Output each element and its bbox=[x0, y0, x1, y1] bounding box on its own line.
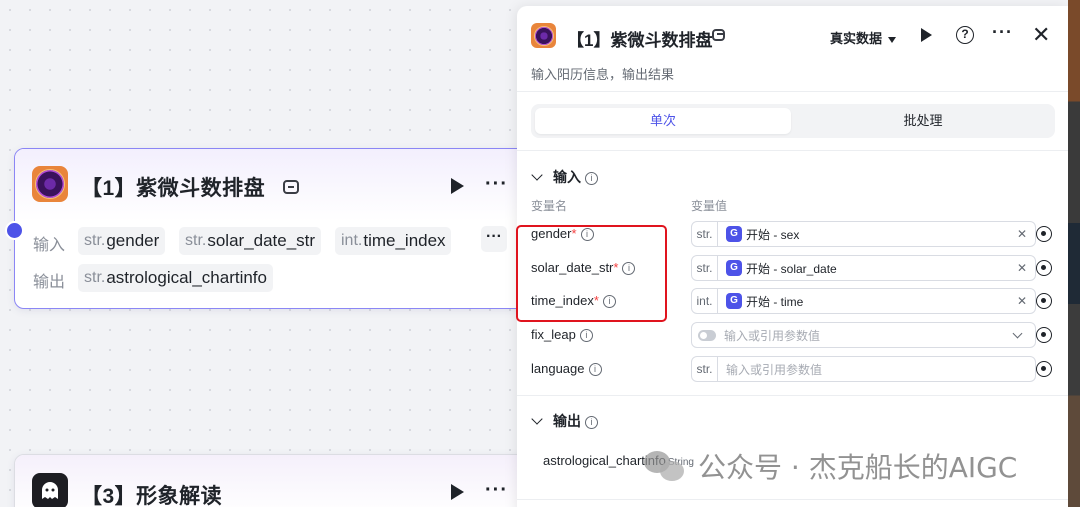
ref-value: 开始 - sex bbox=[746, 227, 800, 242]
panel-title: 【1】紫微斗数排盘 bbox=[567, 31, 713, 50]
param-solar-date-value[interactable]: str. G 开始 - solar_date ✕ bbox=[691, 255, 1036, 281]
input-chip-solar-date: str. solar_date_str bbox=[179, 227, 322, 255]
ref-value: 开始 - solar_date bbox=[746, 261, 837, 276]
output-chip-chartinfo: str. astrological_chartinfo bbox=[78, 264, 273, 292]
output-section-header[interactable]: 输出 i bbox=[531, 411, 598, 431]
param-fix-leap-label: fix_leap i bbox=[531, 327, 593, 343]
param-fix-leap-value[interactable]: 输入或引用参数值 bbox=[691, 322, 1036, 348]
close-icon[interactable]: ✕ bbox=[1032, 22, 1050, 48]
variable-picker-icon[interactable] bbox=[1036, 293, 1052, 309]
clear-icon[interactable]: ✕ bbox=[1017, 227, 1027, 241]
start-node-ref-icon: G bbox=[726, 260, 742, 276]
column-header-name: 变量名 bbox=[531, 199, 568, 213]
data-source-select[interactable]: 真实数据 bbox=[830, 28, 897, 47]
tab-batch[interactable]: 批处理 bbox=[795, 108, 1051, 134]
ghost-node-icon bbox=[32, 473, 68, 507]
chevron-down-icon bbox=[531, 169, 543, 181]
chevron-down-icon[interactable] bbox=[1012, 328, 1023, 338]
divider bbox=[517, 395, 1068, 396]
clear-icon[interactable]: ✕ bbox=[1017, 261, 1027, 275]
boolean-toggle[interactable] bbox=[698, 329, 716, 341]
value-placeholder: 输入或引用参数值 bbox=[726, 362, 823, 377]
chevron-down-icon bbox=[888, 36, 897, 43]
panel-header: 【1】紫微斗数排盘 真实数据 ? ··· ✕ 输入阳历信息，输出结果 bbox=[517, 6, 1068, 92]
divider bbox=[517, 499, 1068, 500]
info-icon: i bbox=[588, 363, 602, 377]
param-language-value[interactable]: str. 输入或引用参数值 bbox=[691, 356, 1036, 382]
run-node-icon[interactable] bbox=[451, 178, 464, 194]
type-tag: int. bbox=[692, 289, 718, 313]
ziwei-node-icon bbox=[531, 23, 556, 48]
input-chip-time-index: int. time_index bbox=[335, 227, 451, 255]
tab-single[interactable]: 单次 bbox=[535, 108, 791, 134]
background-window-edge bbox=[1068, 0, 1080, 507]
more-icon[interactable]: ··· bbox=[992, 22, 1013, 43]
run-node-icon[interactable] bbox=[451, 484, 464, 500]
run-mode-tabs: 单次 批处理 bbox=[531, 104, 1055, 138]
param-language-label: language i bbox=[531, 361, 602, 377]
workflow-node-image-reading[interactable]: 【3】形象解读 ··· bbox=[14, 454, 534, 507]
column-header-value: 变量值 bbox=[691, 199, 728, 213]
node-input-label: 输入 bbox=[33, 237, 66, 254]
type-tag: str. bbox=[692, 222, 718, 246]
variable-picker-icon[interactable] bbox=[1036, 327, 1052, 343]
workflow-node-ziwei[interactable]: 【1】紫微斗数排盘 ··· 输入 str. gender str. solar_da… bbox=[14, 148, 534, 309]
divider bbox=[517, 150, 1068, 151]
start-node-ref-icon: G bbox=[726, 293, 742, 309]
plugin-badge-icon bbox=[712, 29, 725, 41]
node-more-icon[interactable]: ··· bbox=[485, 173, 508, 196]
node-input-port[interactable] bbox=[5, 221, 24, 240]
help-icon[interactable]: ? bbox=[956, 26, 974, 44]
variable-picker-icon[interactable] bbox=[1036, 361, 1052, 377]
info-icon: i bbox=[585, 415, 598, 429]
variable-picker-icon[interactable] bbox=[1036, 226, 1052, 242]
info-icon: i bbox=[585, 171, 598, 185]
variable-picker-icon[interactable] bbox=[1036, 260, 1052, 276]
param-time-index-value[interactable]: int. G 开始 - time ✕ bbox=[691, 288, 1036, 314]
highlight-box bbox=[516, 225, 667, 322]
input-chip-gender: str. gender bbox=[78, 227, 166, 255]
param-gender-value[interactable]: str. G 开始 - sex ✕ bbox=[691, 221, 1036, 247]
clear-icon[interactable]: ✕ bbox=[1017, 294, 1027, 308]
wechat-logo-icon bbox=[644, 449, 686, 483]
info-icon: i bbox=[579, 329, 593, 343]
inputs-more-button[interactable]: ··· bbox=[481, 226, 507, 252]
node-more-icon[interactable]: ··· bbox=[485, 479, 508, 502]
watermark: 公众号 · 杰克船长的AIGC bbox=[644, 446, 1017, 486]
node-output-label: 输出 bbox=[33, 274, 66, 291]
type-tag: str. bbox=[692, 357, 718, 381]
type-tag: str. bbox=[692, 256, 718, 280]
ziwei-node-icon bbox=[32, 166, 68, 202]
plugin-badge-icon bbox=[283, 180, 299, 194]
input-section-header[interactable]: 输入 i bbox=[531, 167, 598, 187]
node-title: 【1】紫微斗数排盘 bbox=[81, 177, 266, 200]
start-node-ref-icon: G bbox=[726, 226, 742, 242]
run-icon[interactable] bbox=[921, 28, 932, 42]
ref-value: 开始 - time bbox=[746, 294, 804, 309]
chevron-down-icon bbox=[531, 413, 543, 425]
value-placeholder: 输入或引用参数值 bbox=[724, 328, 821, 343]
node-title: 【3】形象解读 bbox=[81, 485, 223, 507]
panel-description: 输入阳历信息，输出结果 bbox=[531, 67, 675, 82]
